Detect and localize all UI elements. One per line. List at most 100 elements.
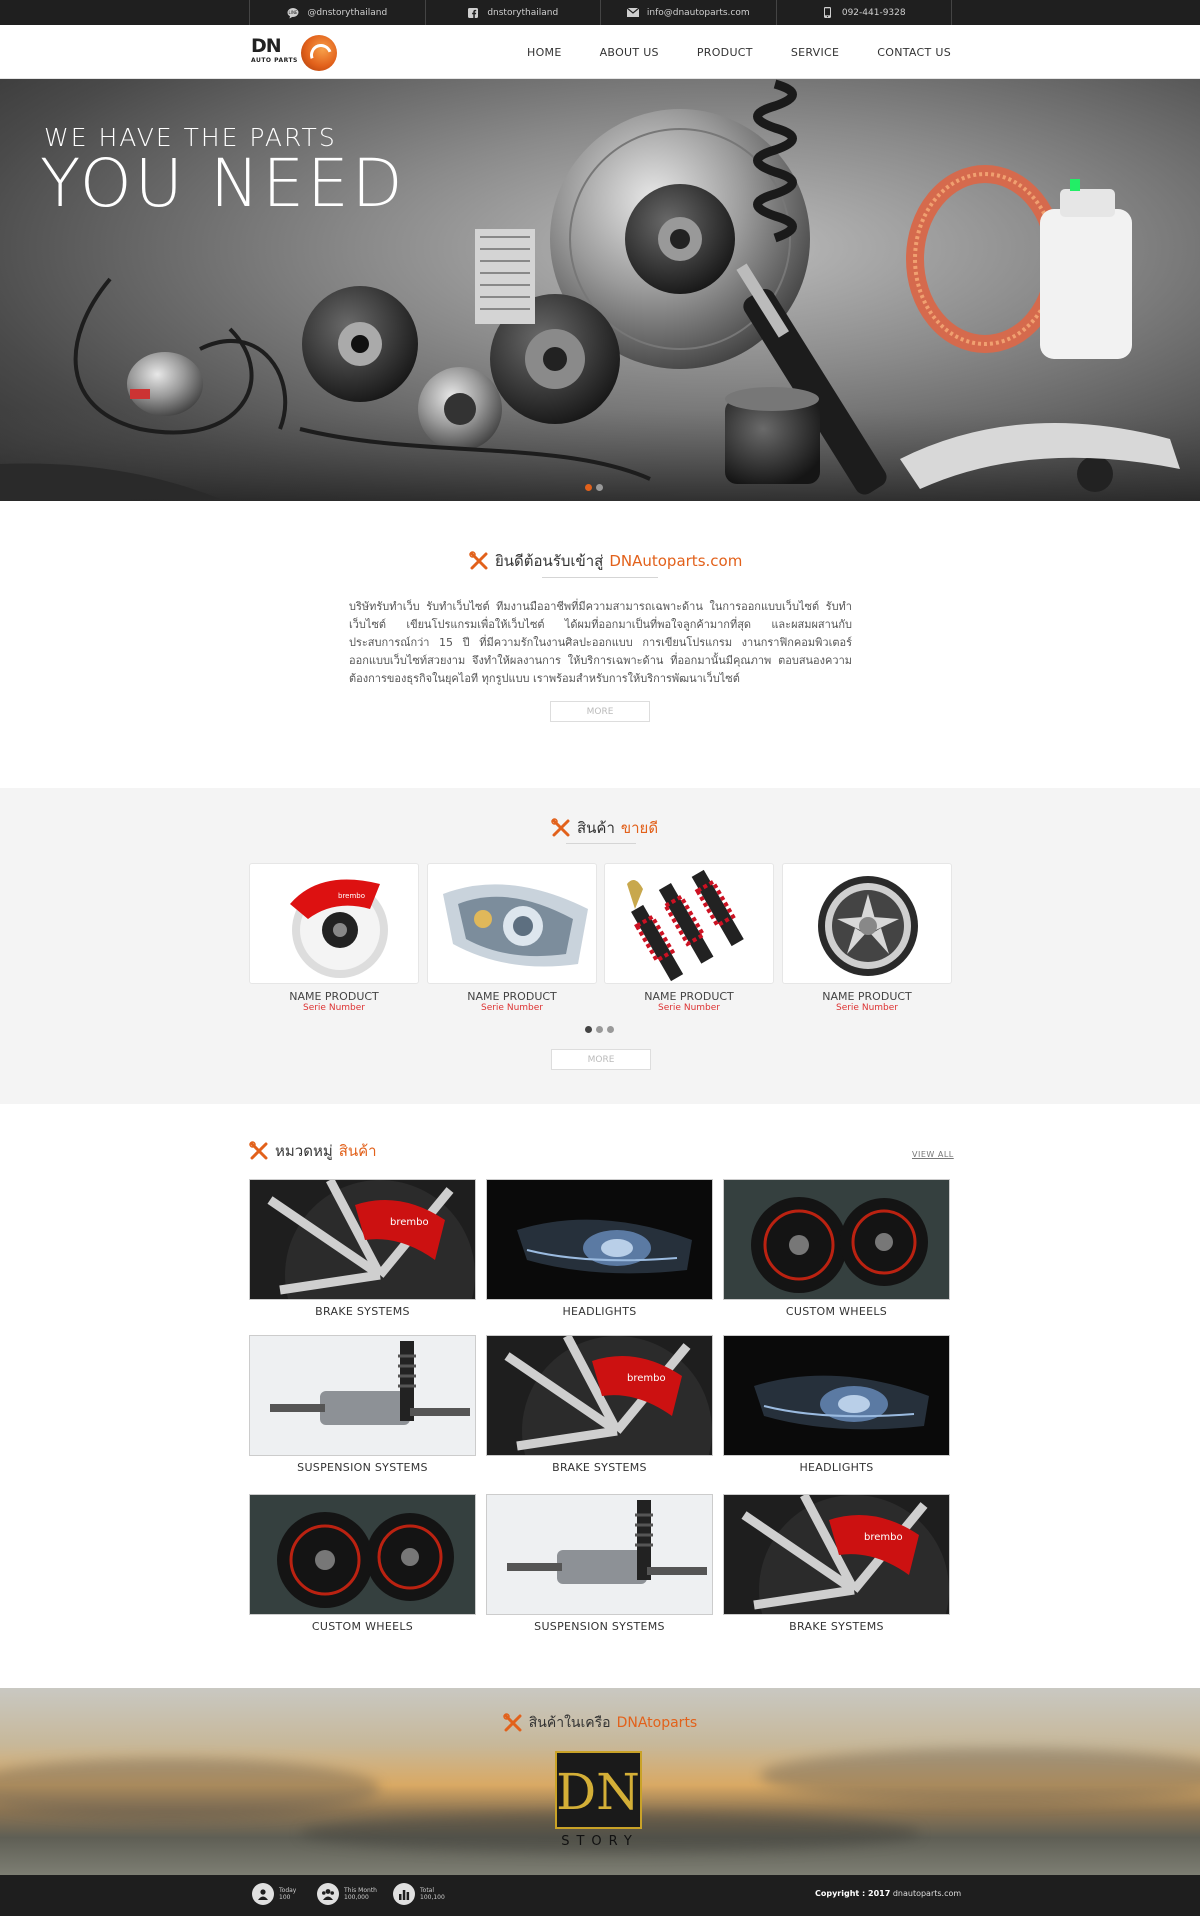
bestseller-title-accent: ขายดี bbox=[620, 819, 659, 837]
copyright-label: Copyright : 2017 bbox=[815, 1889, 891, 1898]
bestseller-more-button[interactable]: MORE bbox=[551, 1049, 651, 1070]
product-name: NAME PRODUCT bbox=[289, 990, 379, 1003]
cloud-decoration bbox=[760, 1748, 1200, 1803]
email-contact[interactable]: info@dnautoparts.com bbox=[600, 0, 776, 25]
category-card[interactable]: brembo BRAKE SYSTEMS bbox=[249, 1179, 476, 1318]
nav-contact-us[interactable]: CONTACT US bbox=[877, 46, 951, 59]
category-label: CUSTOM WHEELS bbox=[311, 1620, 414, 1633]
category-card[interactable]: CUSTOM WHEELS bbox=[723, 1179, 950, 1318]
nav-product[interactable]: PRODUCT bbox=[697, 46, 753, 59]
stat-value: 100,000 bbox=[344, 1894, 369, 1901]
product-card[interactable]: NAME PRODUCT Serie Number bbox=[782, 863, 952, 1013]
category-image-wheels bbox=[249, 1494, 476, 1615]
site-logo[interactable]: DN AUTO PARTS bbox=[251, 33, 341, 73]
facebook-contact[interactable]: dnstorythailand bbox=[424, 0, 601, 25]
category-image-headlight bbox=[486, 1179, 713, 1300]
logo-subtitle: AUTO PARTS bbox=[251, 57, 298, 64]
category-card[interactable]: HEADLIGHTS bbox=[723, 1335, 950, 1474]
visitor-stat-month: This Month 100,000 bbox=[317, 1883, 377, 1905]
product-dot-1[interactable] bbox=[585, 1026, 592, 1033]
category-image-brake: brembo bbox=[723, 1494, 950, 1615]
nav-service[interactable]: SERVICE bbox=[791, 46, 839, 59]
hero-headline: YOU NEED bbox=[40, 145, 406, 222]
affiliate-title: สินค้าในเครือ DNAtoparts bbox=[0, 1712, 1200, 1734]
top-contact-bar: LINE @dnstorythailand dnstorythailand in… bbox=[0, 0, 1200, 25]
tools-icon bbox=[551, 818, 570, 837]
category-card[interactable]: HEADLIGHTS bbox=[486, 1179, 713, 1318]
facebook-icon bbox=[467, 7, 479, 19]
category-image-brake: brembo bbox=[249, 1179, 476, 1300]
product-card[interactable]: NAME PRODUCT Serie Number bbox=[427, 863, 597, 1013]
stat-label: Total bbox=[420, 1887, 435, 1894]
product-image-headlight bbox=[427, 863, 597, 984]
svg-text:LINE: LINE bbox=[289, 10, 298, 15]
bestseller-title: สินค้า ขายดี bbox=[551, 816, 658, 840]
fuel-filter-illustration bbox=[127, 352, 203, 416]
line-icon: LINE bbox=[287, 7, 299, 19]
welcome-title-accent: DNAutoparts.com bbox=[609, 552, 743, 570]
dn-story-wordmark: STORY bbox=[561, 1834, 639, 1849]
category-label: SUSPENSION SYSTEMS bbox=[534, 1620, 665, 1633]
tools-icon bbox=[503, 1713, 522, 1732]
dn-story-logo[interactable]: DN bbox=[555, 1751, 642, 1829]
cv-joint-illustration bbox=[418, 367, 502, 451]
phone-number: 092-441-9328 bbox=[841, 7, 906, 18]
product-card[interactable]: brembo NAME PRODUCT Serie Number bbox=[249, 863, 419, 1013]
category-image-wheels bbox=[723, 1179, 950, 1300]
product-serie: Serie Number bbox=[835, 1003, 898, 1013]
category-image-suspension bbox=[486, 1494, 713, 1615]
category-image-brake: brembo bbox=[486, 1335, 713, 1456]
category-label: BRAKE SYSTEMS bbox=[552, 1461, 647, 1474]
bestseller-title-prefix: สินค้า bbox=[577, 819, 615, 837]
mobile-phone-icon bbox=[822, 7, 834, 19]
product-name: NAME PRODUCT bbox=[467, 990, 557, 1003]
email-address: info@dnautoparts.com bbox=[646, 7, 750, 18]
tools-icon bbox=[469, 551, 488, 570]
view-all-link[interactable]: VIEW ALL bbox=[912, 1150, 954, 1159]
visitor-stat-today: Today 100 bbox=[252, 1883, 296, 1905]
category-label: BRAKE SYSTEMS bbox=[315, 1305, 410, 1318]
hero-dot-1[interactable] bbox=[585, 484, 592, 491]
stat-label: This Month bbox=[344, 1887, 377, 1894]
person-icon bbox=[252, 1883, 274, 1905]
svg-text:brembo: brembo bbox=[338, 892, 365, 900]
product-card[interactable]: NAME PRODUCT Serie Number bbox=[604, 863, 774, 1013]
svg-text:brembo: brembo bbox=[864, 1532, 903, 1543]
categories-title-prefix: หมวดหมู่ bbox=[275, 1142, 333, 1160]
hero-dot-2[interactable] bbox=[596, 484, 603, 491]
hero-slider-dots bbox=[585, 484, 603, 491]
stat-value: 100 bbox=[279, 1894, 291, 1901]
category-label: HEADLIGHTS bbox=[799, 1461, 874, 1474]
category-card[interactable]: brembo BRAKE SYSTEMS bbox=[723, 1494, 950, 1633]
product-name: NAME PRODUCT bbox=[644, 990, 734, 1003]
welcome-title-prefix: ยินดีต้อนรับเข้าสู่ bbox=[495, 552, 604, 570]
main-nav: HOME ABOUT US PRODUCT SERVICE CONTACT US bbox=[527, 25, 951, 79]
product-dot-3[interactable] bbox=[607, 1026, 614, 1033]
svg-text:brembo: brembo bbox=[627, 1373, 666, 1384]
copyright-site[interactable]: dnautoparts.com bbox=[893, 1889, 961, 1898]
nav-home[interactable]: HOME bbox=[527, 46, 562, 59]
fuel-pump-illustration bbox=[1040, 179, 1132, 359]
product-dot-2[interactable] bbox=[596, 1026, 603, 1033]
welcome-more-button[interactable]: MORE bbox=[550, 701, 650, 722]
category-image-suspension bbox=[249, 1335, 476, 1456]
cabin-filter-illustration bbox=[475, 229, 535, 324]
group-icon bbox=[317, 1883, 339, 1905]
stat-label: Today bbox=[279, 1887, 297, 1894]
category-card[interactable]: brembo BRAKE SYSTEMS bbox=[486, 1335, 713, 1474]
line-id: @dnstorythailand bbox=[307, 7, 388, 18]
category-label: BRAKE SYSTEMS bbox=[789, 1620, 884, 1633]
category-label: SUSPENSION SYSTEMS bbox=[297, 1461, 428, 1474]
air-filter-illustration bbox=[906, 165, 1064, 353]
phone-contact[interactable]: 092-441-9328 bbox=[775, 0, 952, 25]
product-image-alloy-wheel bbox=[782, 863, 952, 984]
category-card[interactable]: SUSPENSION SYSTEMS bbox=[249, 1335, 476, 1474]
visitor-stat-total: Total 100,100 bbox=[393, 1883, 445, 1905]
line-contact[interactable]: LINE @dnstorythailand bbox=[249, 0, 425, 25]
nav-about-us[interactable]: ABOUT US bbox=[600, 46, 659, 59]
affiliate-title-accent: DNAtoparts bbox=[616, 1715, 698, 1731]
category-card[interactable]: CUSTOM WHEELS bbox=[249, 1494, 476, 1633]
product-slider-dots bbox=[585, 1026, 614, 1033]
welcome-section: ยินดีต้อนรับเข้าสู่ DNAutoparts.com บริษ… bbox=[0, 501, 1200, 788]
category-card[interactable]: SUSPENSION SYSTEMS bbox=[486, 1494, 713, 1633]
